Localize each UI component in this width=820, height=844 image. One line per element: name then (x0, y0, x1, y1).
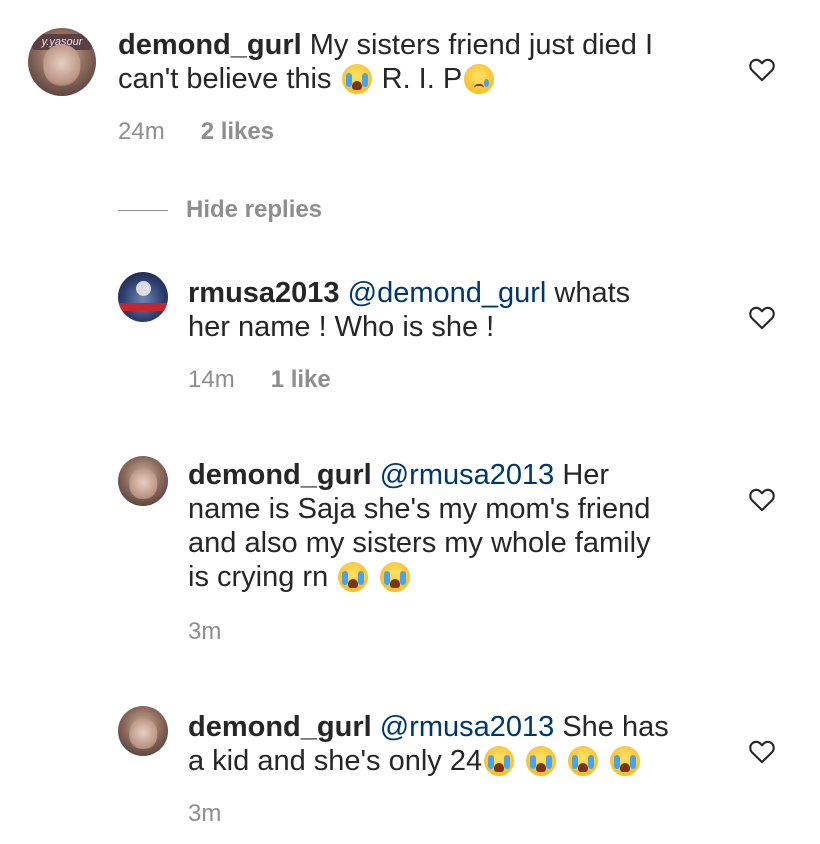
comment-meta: 3m (188, 618, 221, 646)
comment-timestamp: 24m (118, 118, 165, 145)
comment-body-line: Her (562, 459, 610, 491)
loudly-crying-face-emoji (526, 746, 557, 776)
comment-username[interactable]: demond_gurl (118, 29, 302, 61)
mention-link[interactable]: @rmusa2013 (380, 459, 555, 491)
comment-body-line: a kid and she's only 24 (188, 745, 483, 777)
comment-username[interactable]: demond_gurl (188, 711, 372, 743)
comment-body-line: can't believe this (118, 63, 332, 95)
comment-meta: 14m 1 like (188, 366, 331, 394)
comment-text: demond_gurl My sisters friend just died … (118, 28, 718, 96)
comment-body-line: name is Saja she's my mom's friend (188, 493, 651, 525)
comment-timestamp: 3m (188, 618, 222, 645)
comment-text: demond_gurl @rmusa2013 Her name is Saja … (188, 458, 728, 594)
loudly-crying-face-emoji (610, 746, 641, 776)
hide-replies-button[interactable]: Hide replies (118, 196, 322, 224)
loudly-crying-face-emoji (484, 746, 515, 776)
mention-link[interactable]: @demond_gurl (348, 277, 547, 309)
comment-likes-count[interactable]: 1 like (271, 366, 331, 394)
loudly-crying-face-emoji (338, 562, 369, 592)
heart-icon[interactable] (748, 486, 776, 512)
avatar[interactable] (118, 272, 168, 322)
comment-body-line: and also my sisters my whole family (188, 527, 651, 559)
heart-icon[interactable] (748, 738, 776, 764)
avatar[interactable] (118, 456, 168, 506)
comment-username[interactable]: demond_gurl (188, 459, 372, 491)
hide-replies-label: Hide replies (186, 196, 323, 223)
loudly-crying-face-emoji (380, 562, 411, 592)
comment-body-line: My sisters friend just died I (309, 29, 654, 61)
comment-text: rmusa2013 @demond_gurl whats her name ! … (188, 276, 728, 344)
heart-icon[interactable] (748, 56, 776, 82)
avatar[interactable] (118, 706, 168, 756)
loudly-crying-face-emoji (568, 746, 599, 776)
divider (118, 209, 168, 211)
comment-body-line: her name ! Who is she ! (188, 311, 495, 343)
comment-text: demond_gurl @rmusa2013 She has a kid and… (188, 710, 728, 778)
heart-icon[interactable] (748, 304, 776, 330)
comment-body-line: whats (554, 277, 631, 309)
crying-face-emoji (464, 64, 495, 94)
comment-meta: 3m (188, 800, 221, 828)
comment-meta: 24m 2 likes (118, 118, 274, 146)
comment-body-line: She has (562, 711, 669, 743)
comment-likes-count[interactable]: 2 likes (201, 118, 274, 146)
comment-timestamp: 3m (188, 800, 222, 827)
mention-link[interactable]: @rmusa2013 (380, 711, 555, 743)
comment-body-line: R. I. P (381, 63, 463, 95)
comment-timestamp: 14m (188, 366, 235, 393)
comment-body-line: is crying rn (188, 561, 329, 593)
comment-username[interactable]: rmusa2013 (188, 277, 340, 309)
loudly-crying-face-emoji (341, 64, 372, 94)
avatar[interactable]: y.yasour (28, 28, 96, 96)
